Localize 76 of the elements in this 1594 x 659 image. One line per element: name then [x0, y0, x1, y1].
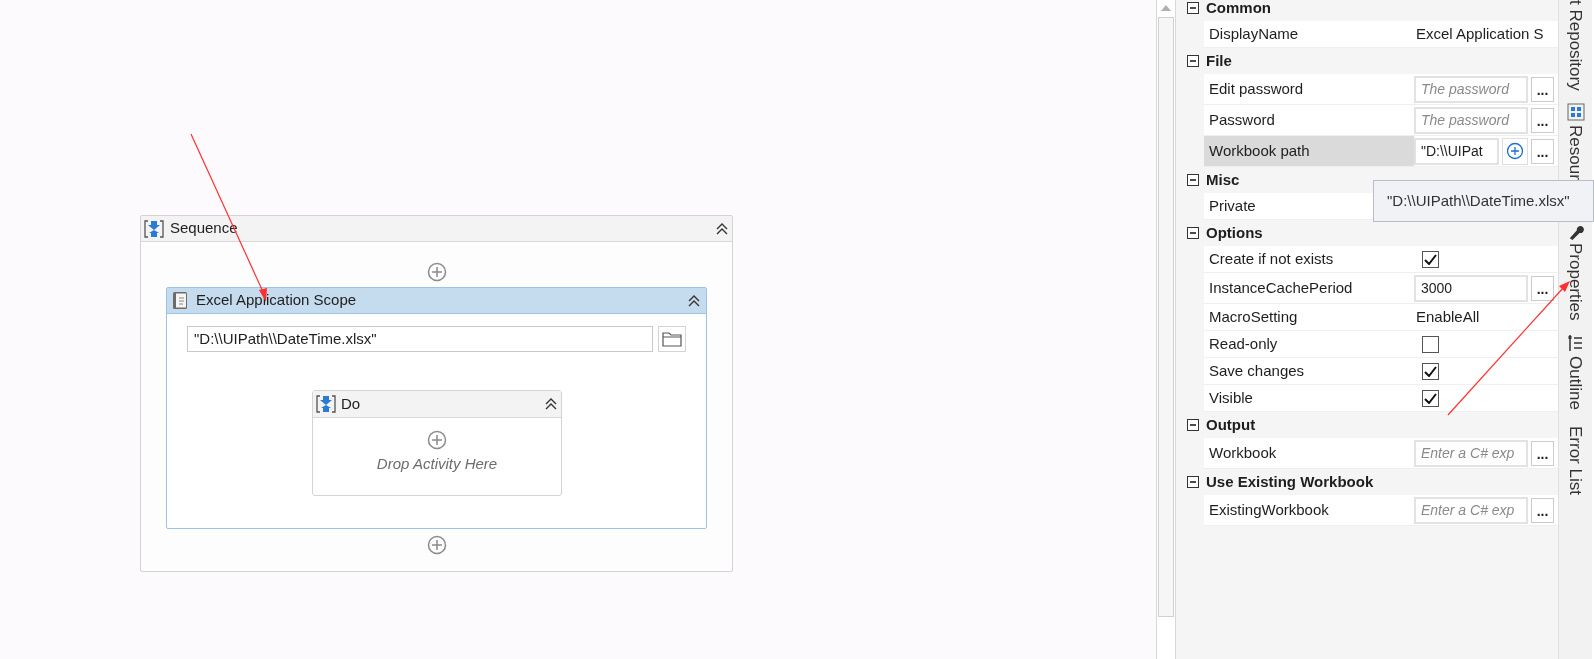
resources-icon [1566, 102, 1585, 121]
folder-icon [662, 331, 683, 347]
drop-hint: Drop Activity Here [375, 454, 499, 474]
category-title: Options [1206, 222, 1263, 243]
check-icon [1424, 253, 1437, 265]
collapse-icon[interactable] [1187, 55, 1199, 67]
add-button[interactable] [1502, 137, 1528, 165]
collapse-icon[interactable] [1187, 2, 1199, 14]
side-tab[interactable]: Error List [1567, 425, 1584, 495]
ellipsis-button[interactable]: ... [1531, 497, 1554, 523]
property-label[interactable]: Edit password [1204, 74, 1414, 105]
property-label[interactable]: Workbook path [1204, 136, 1414, 167]
collapse-icon[interactable] [687, 294, 701, 307]
property-label[interactable]: InstanceCachePeriod [1204, 273, 1414, 304]
property-label[interactable]: Password [1204, 105, 1414, 136]
category-title: Use Existing Workbook [1206, 471, 1374, 492]
property-label[interactable]: MacroSetting [1204, 304, 1414, 331]
ellipsis-button[interactable]: ... [1531, 138, 1554, 164]
side-tab[interactable]: Outline [1567, 356, 1584, 410]
checkbox[interactable] [1422, 362, 1439, 380]
check-icon [1424, 392, 1437, 404]
collapse-icon[interactable] [715, 222, 729, 235]
property-field[interactable]: Enter a C# exp [1414, 496, 1528, 524]
category-title: Output [1206, 414, 1256, 435]
category-title: Common [1206, 0, 1271, 18]
activity-header[interactable]: Do [313, 391, 561, 418]
category-title: Misc [1206, 169, 1240, 190]
property-value: Excel Application S [1415, 23, 1544, 44]
property-label[interactable]: Visible [1204, 385, 1414, 412]
property-label[interactable]: Workbook [1204, 438, 1414, 469]
activity-header[interactable]: Excel Application Scope [167, 288, 706, 314]
category-title: File [1206, 50, 1232, 71]
collapse-icon[interactable] [1187, 174, 1199, 186]
property-label[interactable]: Create if not exists [1204, 246, 1414, 273]
checkbox[interactable] [1422, 389, 1439, 407]
checkbox[interactable] [1422, 335, 1439, 353]
collapse-icon[interactable] [1187, 227, 1199, 239]
activity-title: Do [341, 393, 362, 414]
property-field[interactable]: Enter a C# exp [1414, 439, 1528, 467]
excel-scope-activity[interactable]: Excel Application Scope "D:\\UIPath\\DateTime.xlsx" Do Drop Activity Here [166, 287, 707, 529]
property-field[interactable]: The password [1414, 106, 1528, 134]
activity-title: Excel Application Scope [196, 290, 358, 311]
add-activity-icon[interactable] [426, 535, 447, 555]
property-label[interactable]: DisplayName [1204, 21, 1414, 48]
ellipsis-button[interactable]: ... [1531, 107, 1554, 133]
property-field[interactable]: The password [1414, 75, 1528, 103]
workbook-path-field[interactable]: "D:\\UIPath\\DateTime.xlsx" [187, 326, 654, 352]
property-field[interactable]: 3000 [1414, 274, 1528, 302]
collapse-icon[interactable] [1187, 476, 1199, 488]
side-tab[interactable]: Properties [1567, 242, 1584, 320]
checkbox[interactable] [1422, 250, 1439, 268]
collapse-icon[interactable] [1187, 419, 1199, 431]
ellipsis-button[interactable]: ... [1531, 275, 1554, 301]
add-activity-icon[interactable] [426, 262, 447, 282]
ellipsis-button[interactable]: ... [1531, 76, 1554, 102]
ellipsis-button[interactable]: ... [1531, 440, 1554, 466]
sequence-icon [144, 218, 164, 239]
book-icon [172, 291, 188, 310]
do-activity[interactable]: Do Drop Activity Here [312, 390, 562, 496]
side-tab[interactable]: Resour [1567, 124, 1584, 180]
collapse-icon[interactable] [544, 398, 558, 410]
property-label[interactable]: Read-only [1204, 331, 1414, 358]
tooltip: "D:\\UIPath\\DateTime.xlsx" [1373, 180, 1594, 222]
outline-icon [1567, 334, 1584, 352]
property-field[interactable]: "D:\\UIPat [1414, 137, 1499, 165]
property-label[interactable]: Save changes [1204, 358, 1414, 385]
scrollbar[interactable] [1156, 0, 1176, 659]
browse-button[interactable] [658, 326, 686, 352]
add-activity-icon[interactable] [427, 430, 447, 450]
property-label[interactable]: ExistingWorkbook [1204, 495, 1414, 526]
scrollbar-thumb[interactable] [1158, 17, 1174, 617]
side-tab[interactable]: t Repository [1567, 0, 1584, 91]
plus-circle-icon [1506, 142, 1524, 160]
property-value: EnableAll [1415, 306, 1480, 327]
sequence-icon [316, 394, 336, 414]
check-icon [1424, 365, 1437, 377]
